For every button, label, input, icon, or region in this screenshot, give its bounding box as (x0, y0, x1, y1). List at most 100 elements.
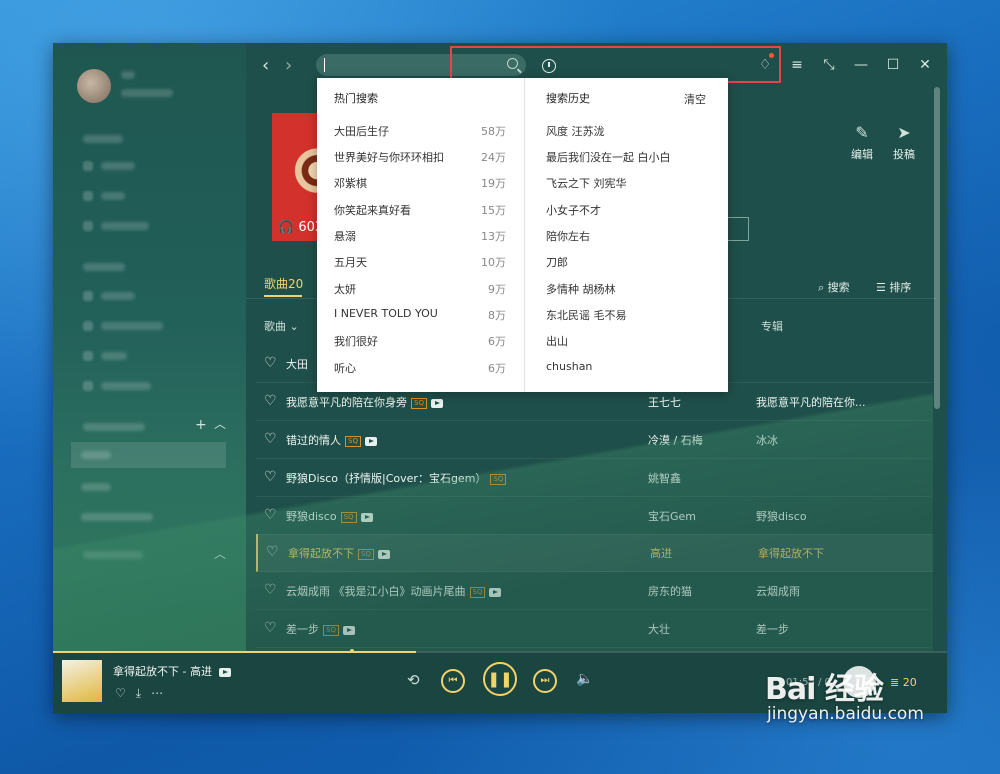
table-row-playing[interactable]: ♡ 拿得起放不下 SQ 高进 拿得起放不下 (256, 534, 933, 572)
edit-button[interactable]: ✎ 编辑 (842, 123, 882, 162)
blurred-nav-item[interactable] (101, 322, 163, 330)
blurred-nav-item[interactable] (101, 352, 127, 360)
hot-search-item[interactable]: I NEVER TOLD YOU 8万 (334, 307, 506, 322)
history-item[interactable]: 飞云之下 刘宪华 (546, 175, 627, 191)
blurred-nav-item[interactable] (101, 222, 149, 230)
heart-icon[interactable]: ♡ (264, 582, 277, 598)
hot-search-item[interactable]: 听心 6万 (334, 360, 506, 376)
progress-knob[interactable] (350, 649, 354, 653)
heart-icon[interactable]: ♡ (264, 431, 277, 447)
edit-label: 编辑 (851, 148, 873, 161)
hot-search-item[interactable]: 我们很好 6万 (334, 333, 506, 349)
history-item[interactable]: chushan (546, 360, 592, 373)
song-artist[interactable]: 冷漠 / 石梅 (648, 432, 703, 448)
mini-mode-icon[interactable]: ⤡ (821, 57, 837, 73)
avatar[interactable] (77, 69, 111, 103)
history-item[interactable]: 小女子不才 (546, 202, 601, 218)
forward-icon[interactable]: › (285, 55, 292, 76)
next-button[interactable]: ⏭ (533, 669, 557, 693)
heart-icon[interactable]: ♡ (264, 393, 277, 409)
list-search-button[interactable]: ⌕ 搜索 (818, 279, 850, 295)
now-playing-title[interactable]: 拿得起放不下 - 高进 (113, 663, 232, 679)
table-row[interactable]: ♡ 差一步 SQ 大壮 差一步 (256, 610, 931, 648)
maximize-icon[interactable]: ☐ (885, 57, 901, 73)
add-playlist-icon[interactable]: + (195, 417, 207, 433)
mv-icon[interactable] (377, 549, 390, 559)
blurred-nav-item[interactable] (81, 451, 111, 459)
previous-button[interactable]: ⏮ (441, 669, 465, 693)
song-album[interactable]: 云烟成雨 (756, 583, 800, 599)
blurred-nav-item[interactable] (81, 483, 111, 491)
heart-icon[interactable]: ♡ (264, 355, 277, 371)
tab-songs[interactable]: 歌曲20 (264, 275, 303, 292)
history-item[interactable]: 陪你左右 (546, 228, 590, 244)
mv-icon[interactable] (219, 667, 232, 677)
close-icon[interactable]: ✕ (917, 57, 933, 73)
table-row[interactable]: ♡ 野狼Disco（抒情版|Cover：宝石gem） SQ 姚智鑫 (256, 459, 931, 497)
collapse-icon[interactable]: ︿ (214, 545, 226, 562)
history-item[interactable]: 东北民谣 毛不易 (546, 307, 627, 323)
pause-button[interactable]: ❚❚ (483, 662, 517, 696)
clear-history-button[interactable]: 清空 (684, 91, 706, 107)
hot-search-item[interactable]: 世界美好与你环环相扣 24万 (334, 149, 506, 165)
scrollbar[interactable] (934, 87, 940, 409)
history-item[interactable]: 刀郎 (546, 254, 568, 270)
hot-search-item[interactable]: 邓紫棋 19万 (334, 175, 506, 191)
song-artist[interactable]: 大壮 (648, 621, 670, 637)
heart-icon[interactable]: ♡ (264, 620, 277, 636)
song-album[interactable]: 我愿意平凡的陪在你... (756, 394, 866, 410)
mv-icon[interactable] (364, 436, 377, 446)
history-item[interactable]: 风度 汪苏泷 (546, 123, 605, 139)
mv-icon[interactable] (360, 512, 373, 522)
skin-shirt-icon[interactable]: ♢ (757, 53, 774, 73)
history-item[interactable]: 多情种 胡杨林 (546, 281, 616, 297)
blurred-nav-item[interactable] (101, 382, 151, 390)
mv-icon[interactable] (342, 625, 355, 635)
table-row[interactable]: ♡ 野狼disco SQ 宝石Gem 野狼disco (256, 497, 931, 535)
volume-icon[interactable]: 🔈 (576, 671, 593, 687)
loop-mode-icon[interactable]: ⟲ (407, 671, 420, 689)
download-icon[interactable]: ⤓ (136, 686, 141, 701)
mv-icon[interactable] (430, 398, 443, 408)
blurred-nav-item[interactable] (101, 162, 135, 170)
contribute-button[interactable]: ➤ 投稿 (884, 123, 924, 162)
hot-search-item[interactable]: 太妍 9万 (334, 281, 506, 297)
history-item[interactable]: 出山 (546, 333, 568, 349)
queue-button[interactable]: ≣ 20 (890, 676, 917, 689)
heart-icon[interactable]: ♡ (115, 686, 126, 701)
blurred-nav-item[interactable] (101, 292, 135, 300)
song-artist[interactable]: 房东的猫 (648, 583, 692, 599)
song-album[interactable]: 拿得起放不下 (758, 545, 824, 561)
heart-icon[interactable]: ♡ (264, 469, 277, 485)
back-icon[interactable]: ‹ (262, 55, 269, 76)
mv-icon[interactable] (489, 587, 502, 597)
menu-icon[interactable]: ≡ (789, 57, 805, 73)
hot-search-item[interactable]: 你笑起来真好看 15万 (334, 202, 506, 218)
now-playing-cover[interactable] (62, 660, 102, 702)
paper-plane-icon: ➤ (897, 123, 911, 142)
progress-track[interactable] (53, 649, 947, 653)
song-artist[interactable]: 高进 (650, 545, 672, 561)
sort-button[interactable]: ☰ 排序 (876, 279, 911, 295)
heart-icon[interactable]: ♡ (264, 507, 277, 523)
blurred-nav-item[interactable] (81, 513, 153, 521)
hot-search-item[interactable]: 大田后生仔 58万 (334, 123, 506, 139)
blurred-nav-item[interactable] (101, 192, 125, 200)
hot-search-item[interactable]: 五月天 10万 (334, 254, 506, 270)
table-row[interactable]: ♡ 错过的情人 SQ 冷漠 / 石梅 冰冰 (256, 421, 931, 459)
table-row[interactable]: ♡ 云烟成雨 《我是江小白》动画片尾曲 SQ 房东的猫 云烟成雨 (256, 572, 931, 610)
song-artist[interactable]: 王七七 (648, 394, 681, 410)
action-button-partial[interactable] (726, 217, 749, 241)
more-icon[interactable]: ⋯ (151, 686, 163, 701)
collapse-icon[interactable]: ︿ (214, 415, 226, 432)
hot-search-item[interactable]: 悬溺 13万 (334, 228, 506, 244)
history-item[interactable]: 最后我们没在一起 白小白 (546, 149, 671, 165)
song-artist[interactable]: 姚智鑫 (648, 470, 681, 486)
song-album[interactable]: 冰冰 (756, 432, 778, 448)
song-artist[interactable]: 宝石Gem (648, 508, 696, 524)
song-album[interactable]: 野狼disco (756, 508, 807, 524)
column-header-song[interactable]: 歌曲 ⌄ (264, 318, 299, 334)
song-album[interactable]: 差一步 (756, 621, 789, 637)
minimize-icon[interactable]: — (853, 57, 869, 73)
heart-icon[interactable]: ♡ (266, 544, 279, 560)
